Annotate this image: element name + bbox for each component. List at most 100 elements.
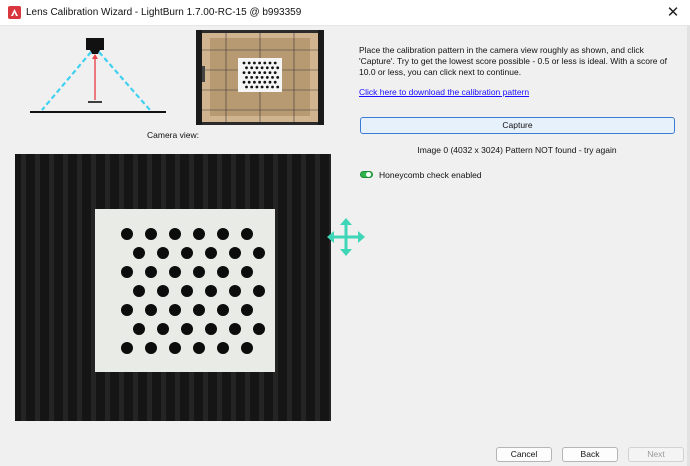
pattern-dot <box>157 247 169 259</box>
pattern-dot <box>253 247 265 259</box>
pattern-dot <box>253 323 265 335</box>
pattern-dot <box>241 228 253 240</box>
thumb-dot <box>250 76 254 79</box>
next-button[interactable]: Next <box>628 447 684 462</box>
pattern-dot <box>145 342 157 354</box>
thumb-dot <box>273 71 277 74</box>
thumb-dot <box>242 61 246 65</box>
camera-view-image <box>15 154 331 421</box>
thumb-dot <box>265 85 269 89</box>
pattern-dot <box>145 228 157 240</box>
thumb-dot <box>247 61 251 65</box>
thumb-dot <box>276 76 280 79</box>
thumb-dot <box>273 80 277 84</box>
pattern-dot <box>229 247 241 259</box>
pattern-dot <box>169 304 181 316</box>
pattern-dot <box>229 323 241 335</box>
pattern-dot <box>217 342 229 354</box>
capture-button[interactable]: Capture <box>360 117 675 134</box>
pattern-dot <box>145 266 157 278</box>
pattern-dot <box>193 342 205 354</box>
pattern-dot <box>133 247 145 259</box>
pattern-dot <box>193 266 205 278</box>
pattern-dot <box>133 323 145 335</box>
thumb-dot <box>276 85 280 89</box>
thumb-dot <box>255 85 259 89</box>
thumb-dot <box>242 80 246 84</box>
thumb-dot <box>265 66 269 70</box>
pattern-dot <box>121 228 133 240</box>
thumb-dot <box>260 76 264 79</box>
thumb-dot <box>271 66 274 70</box>
close-button[interactable]: ✕ <box>662 2 684 24</box>
window-title: Lens Calibration Wizard - LightBurn 1.7.… <box>26 7 302 18</box>
pattern-dot <box>205 247 217 259</box>
thumb-dot <box>242 71 246 74</box>
toggle-knob <box>366 172 371 177</box>
pattern-dot <box>145 304 157 316</box>
thumb-dot <box>247 71 251 74</box>
pattern-dot <box>229 285 241 297</box>
thumb-dot <box>250 85 254 89</box>
camera-setup-diagram <box>30 38 166 113</box>
example-camera-thumbnail <box>196 30 324 125</box>
pattern-dot <box>205 285 217 297</box>
pattern-dot <box>157 285 169 297</box>
thumb-dot <box>263 61 267 65</box>
thumb-dot <box>253 80 256 84</box>
thumb-dot <box>271 76 274 79</box>
pattern-dot <box>121 342 133 354</box>
thumb-dot <box>255 76 259 79</box>
status-text: Image 0 (4032 x 3024) Pattern NOT found … <box>417 145 617 155</box>
pattern-dot <box>193 304 205 316</box>
pattern-dot <box>169 266 181 278</box>
thumb-dot <box>245 66 248 70</box>
thumb-dot <box>253 71 256 74</box>
pattern-dot <box>241 266 253 278</box>
pattern-dot <box>217 228 229 240</box>
thumb-dot <box>258 71 261 74</box>
thumb-dot <box>258 61 261 65</box>
cancel-button[interactable]: Cancel <box>496 447 552 462</box>
pattern-dot <box>181 285 193 297</box>
thumb-dot <box>263 80 267 84</box>
pattern-dot <box>169 228 181 240</box>
title-bar: Lens Calibration Wizard - LightBurn 1.7.… <box>0 0 690 26</box>
pattern-dot <box>181 323 193 335</box>
thumb-dot <box>250 66 254 70</box>
back-button[interactable]: Back <box>562 447 618 462</box>
pattern-dot <box>241 342 253 354</box>
instructions-text: Place the calibration pattern in the cam… <box>359 45 667 77</box>
pattern-dot <box>121 304 133 316</box>
download-pattern-link[interactable]: Click here to download the calibration p… <box>359 87 529 97</box>
thumb-dot <box>268 80 272 84</box>
move-arrows-icon[interactable] <box>326 217 366 257</box>
thumb-dot <box>271 85 274 89</box>
thumb-dot <box>268 61 272 65</box>
camera-body-icon <box>86 38 104 54</box>
pattern-dot <box>169 342 181 354</box>
thumb-dot <box>268 71 272 74</box>
thumb-dot <box>273 61 277 65</box>
pattern-dot <box>157 323 169 335</box>
pattern-dot <box>193 228 205 240</box>
thumb-dot <box>245 76 248 79</box>
honeycomb-label: Honeycomb check enabled <box>379 170 482 180</box>
honeycomb-toggle[interactable] <box>360 171 373 178</box>
camera-view-label: Camera view: <box>147 130 199 140</box>
pattern-dot <box>217 304 229 316</box>
thumb-dot <box>265 76 269 79</box>
pattern-dot <box>217 266 229 278</box>
thumb-dot <box>255 66 259 70</box>
pattern-dot <box>121 266 133 278</box>
thumb-dot <box>263 71 267 74</box>
thumb-dot <box>260 66 264 70</box>
thumb-dot <box>253 61 256 65</box>
pattern-dot <box>181 247 193 259</box>
lightburn-logo-icon <box>8 6 21 19</box>
pattern-dot <box>205 323 217 335</box>
thumb-dot <box>260 85 264 89</box>
pattern-dot <box>133 285 145 297</box>
thumb-dot <box>276 66 280 70</box>
pattern-dot <box>241 304 253 316</box>
